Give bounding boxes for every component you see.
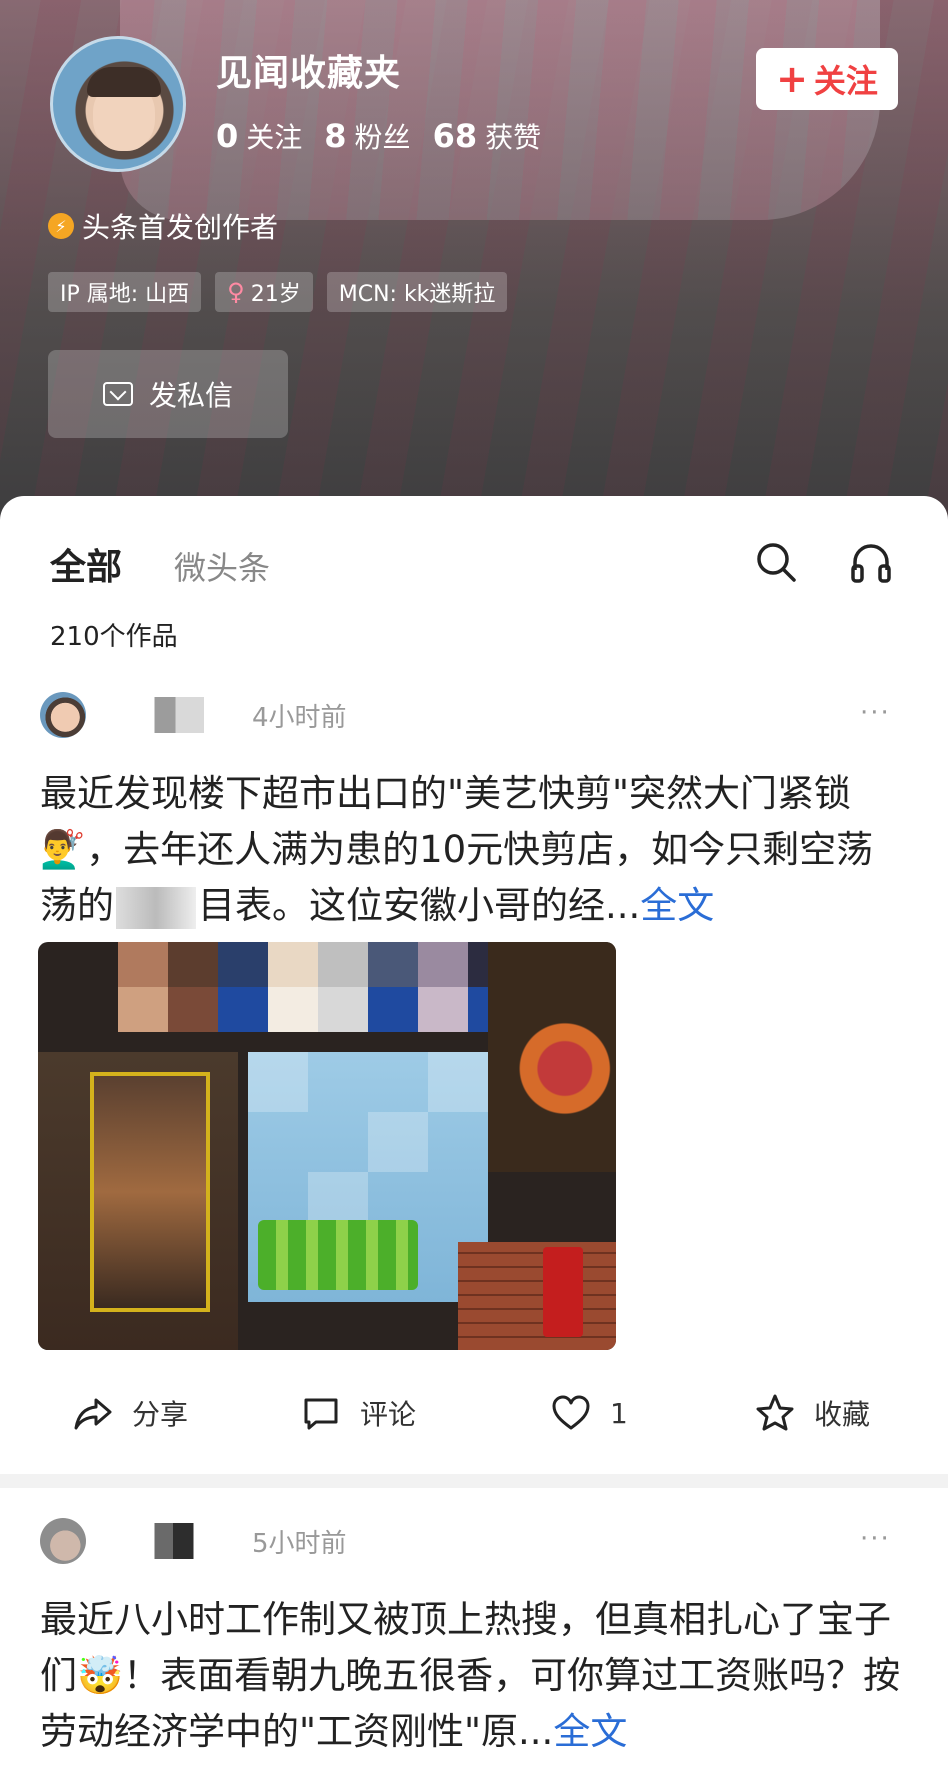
share-icon — [74, 1398, 112, 1430]
tab-all[interactable]: 全部 — [50, 538, 122, 590]
post-author[interactable]: 5小时前 — [40, 1518, 347, 1564]
creator-badge[interactable]: ⚡ 头条首发创作者 — [48, 206, 278, 246]
post-time: 5小时前 — [252, 1528, 347, 1559]
more-options-icon[interactable]: ··· — [860, 698, 891, 728]
stat-likes[interactable]: 68 获赞 — [433, 116, 542, 156]
post-text[interactable]: 最近八小时工作制又被顶上热搜，但真相扎心了宝子们🤯！表面看朝九晚五很香，可你算过… — [40, 1592, 910, 1760]
profile-header: 见闻收藏夹 0 关注 8 粉丝 68 获赞 + 关注 ⚡ 头条首发创作者 IP … — [0, 0, 948, 520]
post-text[interactable]: 最近发现楼下超市出口的"美艺快剪"突然大门紧锁💇‍♂️，去年还人满为患的10元快… — [40, 766, 910, 934]
lightning-badge-icon: ⚡ — [48, 213, 74, 239]
content-sheet: 全部 微头条 210个作品 4小时前 ··· 最近发现楼下超市出口的"美艺快剪"… — [0, 496, 948, 1765]
collect-button[interactable]: 收藏 — [754, 1392, 870, 1434]
share-button[interactable]: 分享 — [72, 1392, 188, 1434]
follow-button[interactable]: + 关注 — [756, 48, 898, 110]
like-button[interactable]: 1 — [550, 1392, 628, 1434]
redacted-text-mosaic — [116, 886, 196, 929]
content-tabs: 全部 微头条 — [50, 538, 270, 590]
comment-button[interactable]: 评论 — [300, 1392, 416, 1434]
post-image[interactable] — [38, 942, 616, 1350]
stat-following[interactable]: 0 关注 — [216, 116, 302, 156]
search-icon[interactable] — [754, 540, 798, 584]
plus-icon: + — [776, 57, 808, 101]
profile-tags: IP 属地: 山西 ♀ 21岁 MCN: kk迷斯拉 — [48, 272, 508, 312]
envelope-icon — [102, 382, 133, 406]
read-full-link[interactable]: 全文 — [553, 1710, 627, 1753]
author-name-redacted — [100, 697, 230, 733]
feed-post[interactable]: 4小时前 ··· 最近发现楼下超市出口的"美艺快剪"突然大门紧锁💇‍♂️，去年还… — [0, 692, 948, 1512]
mcn-tag: MCN: kk迷斯拉 — [326, 272, 508, 312]
author-name-redacted — [100, 1523, 230, 1559]
stat-followers[interactable]: 8 粉丝 — [324, 116, 410, 156]
profile-name: 见闻收藏夹 — [216, 53, 402, 94]
feed-post[interactable]: 5小时前 ··· 最近八小时工作制又被顶上热搜，但真相扎心了宝子们🤯！表面看朝九… — [0, 1518, 948, 1765]
heart-icon — [552, 1395, 590, 1430]
gender-age-tag: ♀ 21岁 — [215, 272, 313, 312]
headphones-icon[interactable] — [848, 540, 894, 586]
post-author[interactable]: 4小时前 — [40, 692, 347, 738]
female-icon: ♀ — [227, 278, 245, 306]
read-full-link[interactable]: 全文 — [640, 884, 714, 927]
star-icon — [756, 1394, 794, 1431]
post-divider — [0, 1474, 948, 1488]
comment-icon — [304, 1398, 338, 1430]
tab-micro-headlines[interactable]: 微头条 — [174, 543, 270, 589]
post-actions: 分享 评论 1 收藏 — [0, 1392, 948, 1452]
works-count: 210个作品 — [50, 622, 178, 652]
send-message-button[interactable]: 发私信 — [48, 350, 288, 438]
author-avatar[interactable] — [40, 692, 86, 738]
profile-stats: 0 关注 8 粉丝 68 获赞 — [216, 116, 541, 156]
author-avatar[interactable] — [40, 1518, 86, 1564]
ip-location-tag: IP 属地: 山西 — [48, 272, 202, 312]
profile-avatar[interactable] — [50, 36, 186, 172]
more-options-icon[interactable]: ··· — [860, 1524, 891, 1554]
post-time: 4小时前 — [252, 702, 347, 733]
